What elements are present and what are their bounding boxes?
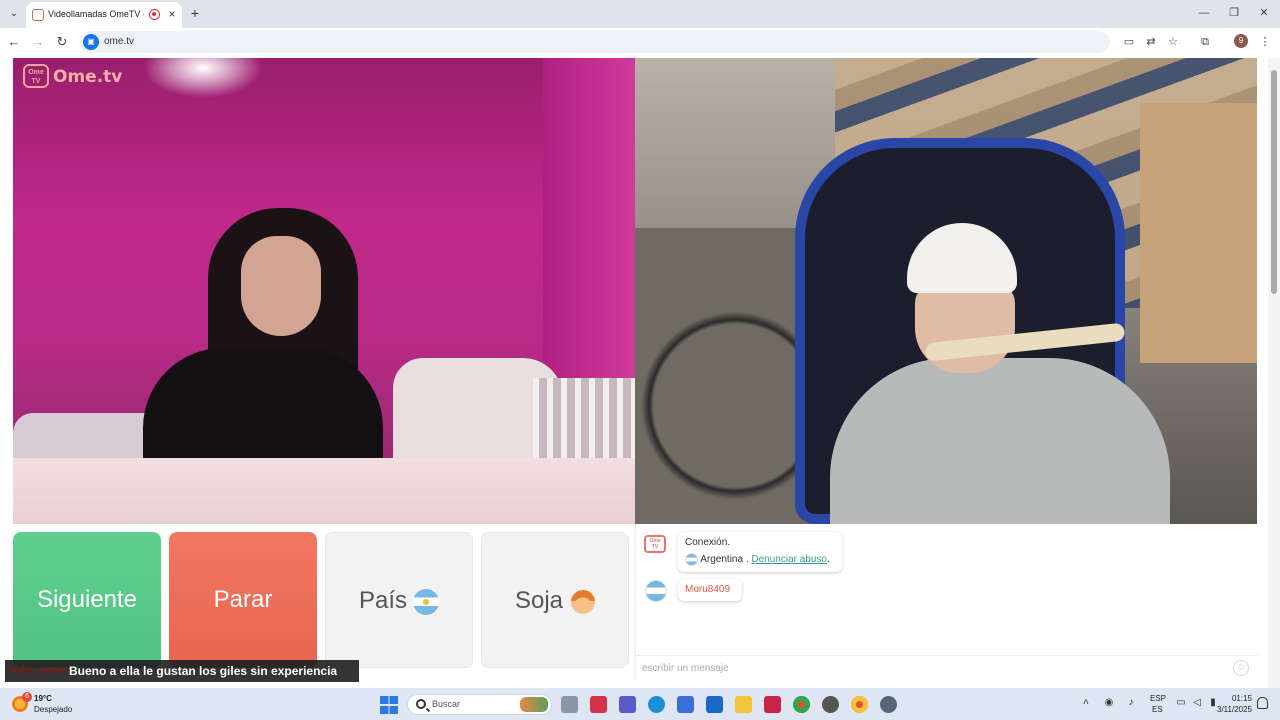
chrome-icon[interactable]: [793, 696, 810, 713]
search-highlight-icon: [520, 697, 548, 712]
stranger-flag-icon: [645, 580, 667, 602]
argentina-flag-icon: [413, 588, 440, 615]
extensions-icon[interactable]: ⧉: [1198, 35, 1212, 49]
subtitle-speaker: sofia_vmec: [8, 664, 68, 676]
report-suffix: .: [827, 554, 830, 566]
edge-icon[interactable]: [648, 696, 665, 713]
local-video: Ome TV Ome.tv: [13, 58, 635, 524]
tab-close-icon[interactable]: ×: [166, 7, 178, 21]
connection-details: Argentina . Denunciar abuso.: [685, 553, 830, 566]
address-bar[interactable]: ▣ ome.tv: [80, 31, 1110, 53]
ometv-favicon-icon: [32, 9, 44, 21]
site-info-icon[interactable]: ▣: [83, 34, 99, 50]
chrome-profile-icon[interactable]: [851, 696, 868, 713]
next-button[interactable]: Siguiente: [13, 532, 161, 668]
window-close-icon[interactable]: ✕: [1256, 5, 1272, 21]
store-icon[interactable]: [677, 696, 694, 713]
country-button-label: País: [358, 587, 408, 614]
browser-tab-active[interactable]: Videollamadas OmeTV — A ×: [26, 2, 182, 28]
page-scrollbar[interactable]: [1268, 58, 1280, 688]
stranger-message: Moru8409: [678, 579, 742, 601]
taskbar-search-placeholder: Buscar: [432, 699, 461, 709]
task-view-icon[interactable]: [561, 696, 578, 713]
volume-icon[interactable]: ◁: [1191, 697, 1203, 709]
network-icon[interactable]: ▭: [1175, 697, 1187, 709]
stranger-username: Moru8409: [685, 584, 731, 595]
windows-start-icon[interactable]: [380, 696, 398, 714]
stop-button[interactable]: Parar: [169, 532, 317, 668]
stop-button-label: Parar: [213, 586, 273, 613]
weather-badge: 6: [22, 692, 32, 702]
boy-emoji-icon: [571, 589, 596, 614]
browser-menu-icon[interactable]: ⋮: [1258, 35, 1272, 49]
remote-video: [635, 58, 1257, 524]
gender-button-label: Soja: [514, 587, 564, 614]
language-indicator[interactable]: ESP: [1150, 694, 1166, 703]
tray-app-icon[interactable]: ◉: [1103, 697, 1115, 709]
microphone-icon[interactable]: ♪: [1125, 697, 1137, 709]
bookmark-star-icon[interactable]: ☆: [1166, 35, 1180, 49]
recording-indicator-icon: [149, 9, 160, 20]
emoji-icon[interactable]: ☺: [1233, 660, 1249, 676]
stream-subtitle: sofia_vmec Bueno a ella le gustan los gi…: [5, 660, 359, 682]
notification-bell-icon[interactable]: [1257, 697, 1268, 709]
ometv-logo-icon: Ome TV: [23, 64, 49, 88]
minimize-icon[interactable]: —: [1196, 5, 1212, 21]
stranger-country: Argentina: [700, 554, 744, 566]
browser-toolbar: ← → ↻ ▣ ome.tv ▭ ⇄ ☆ ⧉ ⋮: [0, 28, 1280, 56]
cast-icon[interactable]: ▭: [1122, 35, 1136, 49]
teams-icon[interactable]: [619, 696, 636, 713]
profile-avatar[interactable]: 9: [1234, 34, 1248, 48]
translate-icon[interactable]: ⇄: [1144, 35, 1158, 49]
connection-text: Conexión.: [685, 537, 731, 548]
argentina-flag-icon: [685, 553, 698, 566]
app-circle-icon[interactable]: [822, 696, 839, 713]
tab-title: Videollamadas OmeTV — A: [48, 9, 144, 19]
subtitle-text: Bueno a ella le gustan los giles sin exp…: [69, 664, 338, 678]
report-abuse-link[interactable]: Denunciar abuso: [751, 554, 827, 565]
keyboard-layout: ES: [1152, 705, 1163, 714]
forward-arrow-icon[interactable]: →: [30, 34, 46, 50]
chat-message-input[interactable]: [642, 659, 1222, 677]
clock-time[interactable]: 01:15: [1228, 694, 1252, 703]
scrollbar-thumb[interactable]: [1271, 70, 1277, 294]
tiktok-icon[interactable]: [764, 696, 781, 713]
weather-description: Despejado: [34, 705, 73, 714]
outlook-icon[interactable]: [706, 696, 723, 713]
new-tab-button[interactable]: +: [188, 5, 202, 21]
search-icon: [416, 699, 426, 709]
browser-tab-strip: ⌄ Videollamadas OmeTV — A × + — ❐ ✕: [0, 0, 1280, 28]
settings-gear-icon[interactable]: [880, 696, 897, 713]
system-message: Conexión. Argentina . Denunciar abuso.: [678, 532, 842, 572]
country-filter-button[interactable]: País: [325, 532, 473, 668]
back-arrow-icon[interactable]: ←: [6, 34, 22, 50]
tab-search-chevron-icon[interactable]: ⌄: [6, 6, 22, 22]
chat-panel: Ome TV Conexión. Argentina . Denunciar a…: [635, 524, 1258, 680]
next-button-label: Siguiente: [36, 586, 138, 613]
chat-input-row: ☺: [636, 655, 1258, 680]
taskbar-search[interactable]: Buscar: [407, 694, 552, 715]
weather-temperature: 19°C: [34, 694, 52, 703]
ometv-page: Ome TV Ome.tv Siguiente Parar País Soja …: [0, 56, 1280, 688]
restore-icon[interactable]: ❐: [1226, 5, 1242, 21]
tray-chevron-up-icon[interactable]: ˄: [1083, 697, 1089, 708]
ometv-chat-logo-icon: Ome TV: [644, 535, 666, 553]
windows-taskbar: 6 19°C Despejado Buscar ˄ ◉ ♪ ESP ES ▭ ◁…: [0, 688, 1280, 720]
ometv-logo-text: Ome.tv: [53, 67, 123, 87]
file-explorer-icon[interactable]: [735, 696, 752, 713]
ometv-logo: Ome TV Ome.tv: [23, 64, 122, 90]
reload-icon[interactable]: ↻: [54, 34, 70, 50]
gender-filter-button[interactable]: Soja: [481, 532, 629, 668]
url-text: ome.tv: [104, 36, 135, 47]
app-red-icon[interactable]: [590, 696, 607, 713]
clock-date[interactable]: 3/11/2025: [1212, 705, 1252, 714]
